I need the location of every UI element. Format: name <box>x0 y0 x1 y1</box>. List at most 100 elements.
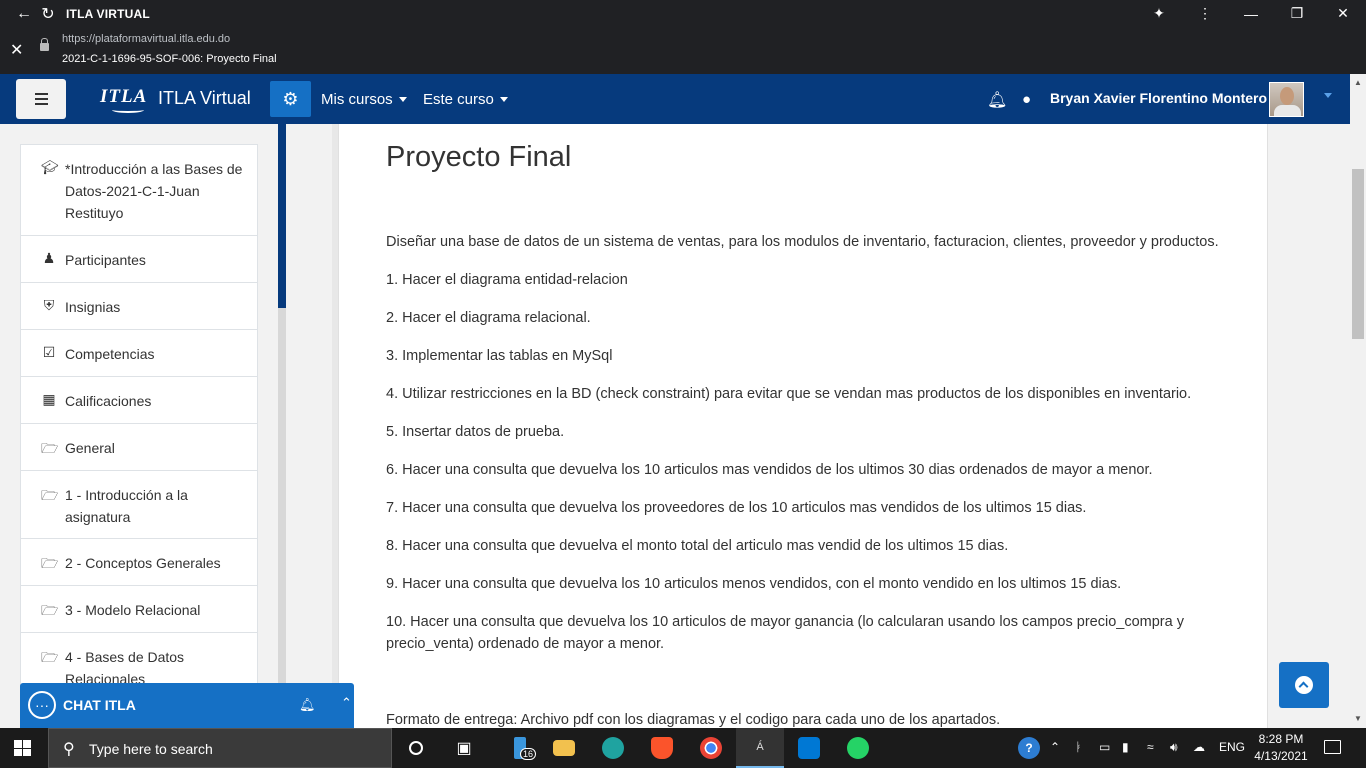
language-indicator[interactable]: ENG <box>1219 740 1245 754</box>
this-course-label: Este curso <box>423 91 494 108</box>
chat-title: CHAT ITLA <box>63 697 136 713</box>
drawer-item-label: Participantes <box>65 252 146 268</box>
maximize-button[interactable]: ❐ <box>1274 0 1320 27</box>
check-square-icon: ☑ <box>42 344 56 360</box>
close-window-button[interactable]: ✕ <box>1320 0 1366 27</box>
address-bar: ✕ https://plataformavirtual.itla.edu.do … <box>0 27 1366 74</box>
graduation-cap-icon: 🎓︎ <box>41 159 59 175</box>
minimize-button[interactable]: — <box>1228 0 1274 27</box>
chevron-up-icon[interactable]: ⌃ <box>341 695 352 711</box>
drawer-item-competencies[interactable]: ☑ Competencias <box>20 329 258 377</box>
vscode-icon[interactable] <box>785 728 833 768</box>
arrow-up-circle-icon <box>1295 676 1313 694</box>
user-menu-chevron-icon[interactable] <box>1324 93 1332 98</box>
paragraph: 6. Hacer una consulta que devuelva los 1… <box>386 462 1153 478</box>
bluetooth-icon[interactable]: ᛓ <box>1075 740 1082 754</box>
clock-date: 4/13/2021 <box>1254 749 1308 763</box>
course-drawer: 🎓︎ *Introducción a las Bases de Datos-20… <box>0 124 286 728</box>
site-navbar: ITLA ITLA Virtual ⚙ Mis cursos Este curs… <box>0 74 1350 124</box>
edge-icon[interactable] <box>589 728 637 768</box>
page-title-text: 2021-C-1-1696-95-SOF-006: Proyecto Final <box>62 53 277 65</box>
paragraph: 8. Hacer una consulta que devuelva el mo… <box>386 538 1009 554</box>
battery-icon[interactable]: ▮ <box>1122 740 1129 754</box>
message-bubble-icon[interactable]: ● <box>1022 91 1031 108</box>
my-courses-label: Mis cursos <box>321 91 393 108</box>
file-explorer-icon[interactable] <box>540 728 588 768</box>
cloud-icon[interactable]: ☁ <box>1193 740 1205 754</box>
windows-taskbar: ⚲ Type here to search ▣ 16 Á ? ⌃ ᛓ ▭ ▮ ≈… <box>0 728 1366 768</box>
drawer-item-label: Insignias <box>65 299 121 315</box>
more-menu-icon[interactable]: ⋮ <box>1182 0 1228 27</box>
paragraph: 3. Implementar las tablas en MySql <box>386 348 613 364</box>
folder-icon: 🗁︎ <box>41 602 59 618</box>
users-icon: ♟ <box>42 250 56 266</box>
usb-icon[interactable]: ▭ <box>1099 740 1110 754</box>
drawer-item-grades[interactable]: ▦ Calificaciones <box>20 376 258 424</box>
folder-icon: 🗁︎ <box>41 440 59 456</box>
taskbar-search[interactable]: ⚲ Type here to search <box>48 728 392 768</box>
drawer-item-section-2[interactable]: 🗁︎ 2 - Conceptos Generales <box>20 538 258 586</box>
lock-icon <box>40 38 49 51</box>
cortana-icon[interactable] <box>392 728 440 768</box>
browser-titlebar: ← ↻ ITLA VIRTUAL ✦ ⋮ — ❐ ✕ <box>0 0 1366 27</box>
paragraph: 1. Hacer el diagrama entidad-relacion <box>386 272 628 288</box>
drawer-item-label: *Introducción a las Bases de Datos-2021-… <box>65 161 243 221</box>
logo-swoosh <box>112 107 144 113</box>
brave-icon[interactable] <box>638 728 686 768</box>
extensions-icon[interactable]: ✦ <box>1136 0 1182 27</box>
chevron-up-icon[interactable]: ⌃ <box>1050 740 1060 754</box>
scroll-up-arrow-icon[interactable]: ▲ <box>1354 78 1362 87</box>
my-courses-menu[interactable]: Mis cursos <box>321 91 407 108</box>
url-text[interactable]: https://plataformavirtual.itla.edu.do <box>62 33 230 45</box>
browser-window-icon[interactable]: Á <box>736 728 784 768</box>
bell-icon[interactable]: 🔔︎ <box>299 697 316 713</box>
chat-bar[interactable]: ··· CHAT ITLA 🔔︎ ⌃ <box>20 683 354 728</box>
scrollbar-thumb[interactable] <box>1352 169 1364 339</box>
itla-logo[interactable]: ITLA <box>100 86 147 108</box>
avatar[interactable] <box>1269 82 1304 117</box>
this-course-menu[interactable]: Este curso <box>423 91 508 108</box>
paragraph: 2. Hacer el diagrama relacional. <box>386 310 591 326</box>
drawer-item-label: General <box>65 440 115 456</box>
site-name[interactable]: ITLA Virtual <box>158 88 251 109</box>
paragraph: 9. Hacer una consulta que devuelva los 1… <box>386 576 1122 592</box>
phone-app-icon[interactable]: 16 <box>496 728 544 768</box>
hamburger-menu-button[interactable] <box>16 79 66 119</box>
chevron-down-icon <box>398 97 407 102</box>
close-icon[interactable]: ✕ <box>10 40 23 60</box>
page-scrollbar[interactable]: ▲ ▼ <box>1350 74 1366 728</box>
back-to-top-button[interactable] <box>1279 662 1329 708</box>
wifi-icon[interactable]: ≈ <box>1147 740 1154 754</box>
drawer-item-general[interactable]: 🗁︎ General <box>20 423 258 471</box>
search-icon: ⚲ <box>63 741 75 758</box>
back-arrow-icon[interactable]: ← <box>12 0 36 27</box>
page-body: 🎓︎ *Introducción a las Bases de Datos-20… <box>0 124 1350 728</box>
clock-time: 8:28 PM <box>1258 732 1304 746</box>
drawer-item-section-3[interactable]: 🗁︎ 3 - Modelo Relacional <box>20 585 258 633</box>
drawer-item-section-1[interactable]: 🗁︎ 1 - Introducción a la asignatura <box>20 470 258 539</box>
gears-icon[interactable]: ⚙ <box>270 81 311 117</box>
search-placeholder: Type here to search <box>89 741 213 757</box>
drawer-item-badges[interactable]: ⛨ Insignias <box>20 282 258 330</box>
task-view-icon[interactable]: ▣ <box>440 728 488 768</box>
paragraph: 7. Hacer una consulta que devuelva los p… <box>386 500 1087 516</box>
help-icon[interactable]: ? <box>1018 737 1040 759</box>
paragraph: Formato de entrega: Archivo pdf con los … <box>386 712 1001 728</box>
scroll-down-arrow-icon[interactable]: ▼ <box>1354 714 1362 723</box>
bell-icon[interactable]: 🔔︎ <box>987 90 1007 110</box>
drawer-item-participants[interactable]: ♟ Participantes <box>20 235 258 283</box>
paragraph: 4. Utilizar restricciones en la BD (chec… <box>386 386 1192 402</box>
drawer-scrollbar-thumb[interactable] <box>278 124 286 308</box>
drawer-item-label: Calificaciones <box>65 393 152 409</box>
drawer-item-course[interactable]: 🎓︎ *Introducción a las Bases de Datos-20… <box>20 144 258 236</box>
chrome-icon[interactable] <box>687 728 735 768</box>
whatsapp-icon[interactable] <box>834 728 882 768</box>
windows-start-icon[interactable] <box>14 740 31 756</box>
taskbar-clock[interactable]: 8:28 PM 4/13/2021 <box>1253 731 1309 765</box>
table-icon: ▦ <box>42 391 56 407</box>
folder-icon: 🗁︎ <box>41 487 59 503</box>
reload-icon[interactable]: ↻ <box>36 0 60 27</box>
volume-icon[interactable]: 🔊︎ <box>1170 740 1178 755</box>
notification-center-icon[interactable] <box>1324 740 1341 754</box>
user-name[interactable]: Bryan Xavier Florentino Montero <box>1050 90 1267 106</box>
